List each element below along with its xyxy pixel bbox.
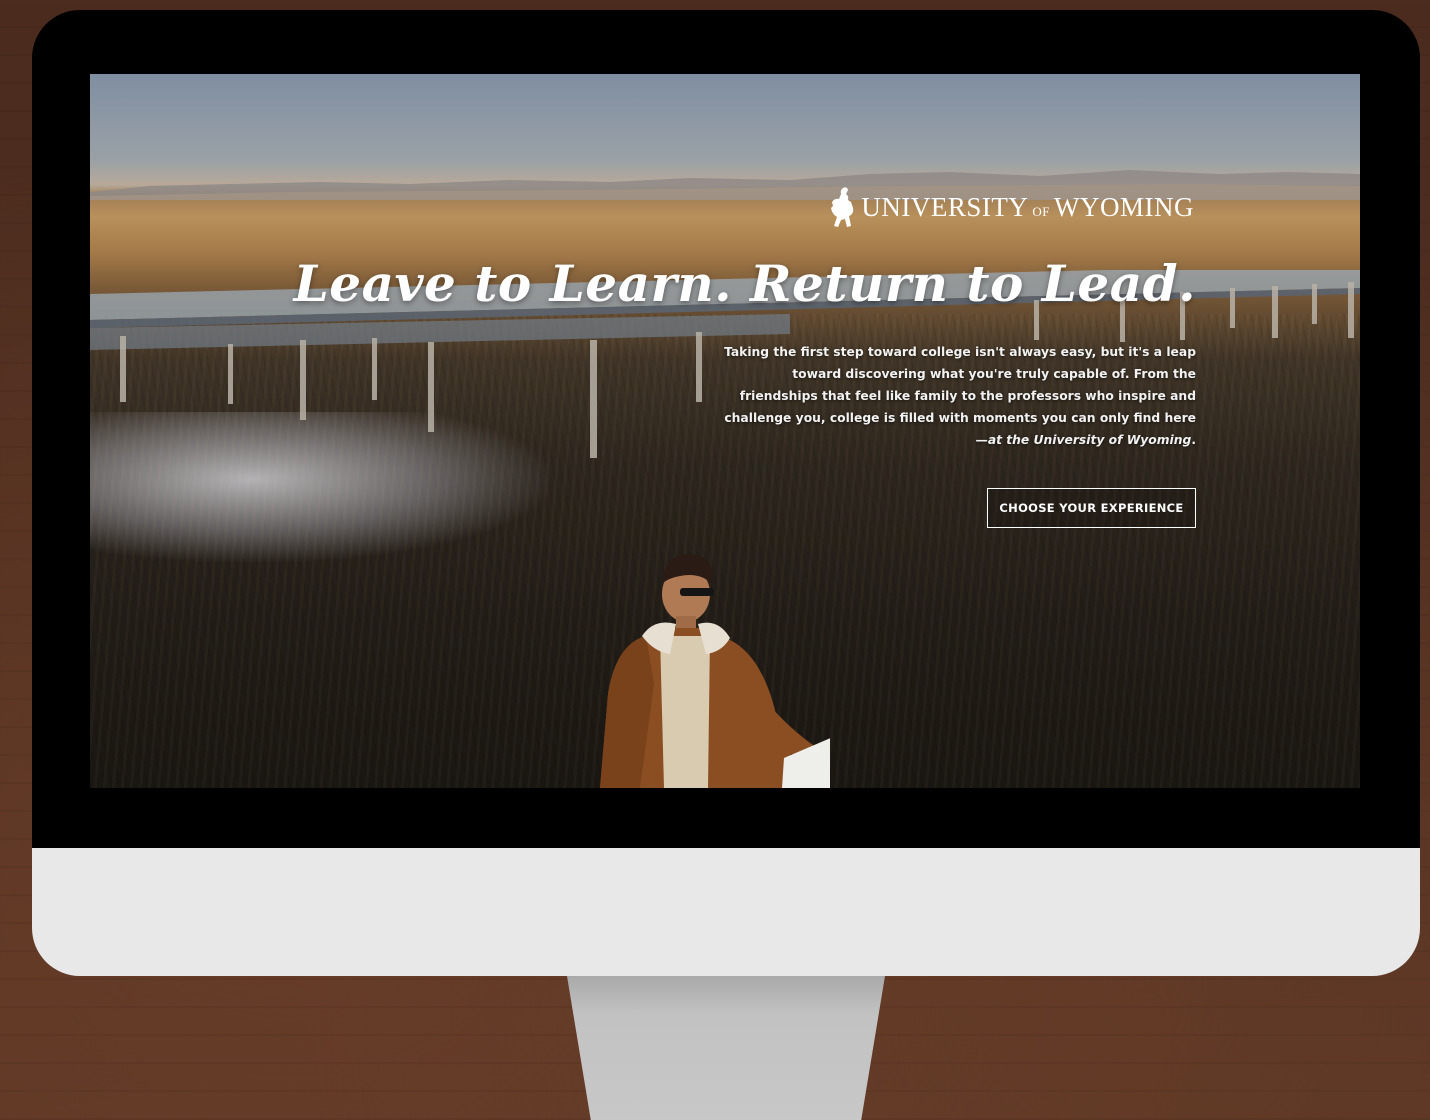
bucking-horse-rider-icon bbox=[831, 187, 854, 227]
website-screen: UNIVERSITY OF WYOMING Leave to Learn. Retu… bbox=[90, 74, 1360, 788]
hero-headline: Leave to Learn. Return to Lead. bbox=[293, 254, 1196, 313]
hero-intro-text: Taking the first step toward college isn… bbox=[724, 345, 1196, 447]
university-name: UNIVERSITY OF WYOMING bbox=[861, 191, 1194, 222]
choose-experience-button[interactable]: CHOOSE YOUR EXPERIENCE bbox=[987, 488, 1196, 528]
intro-emphasis: at the University of Wyoming bbox=[987, 433, 1192, 447]
monitor-stand bbox=[567, 976, 885, 1120]
student-figure bbox=[600, 554, 830, 788]
desktop-monitor: UNIVERSITY OF WYOMING Leave to Learn. Retu… bbox=[32, 10, 1420, 1120]
name-connector: OF bbox=[1032, 203, 1051, 219]
monitor-chin bbox=[32, 848, 1420, 976]
university-logo[interactable]: UNIVERSITY OF WYOMING bbox=[829, 186, 1194, 228]
